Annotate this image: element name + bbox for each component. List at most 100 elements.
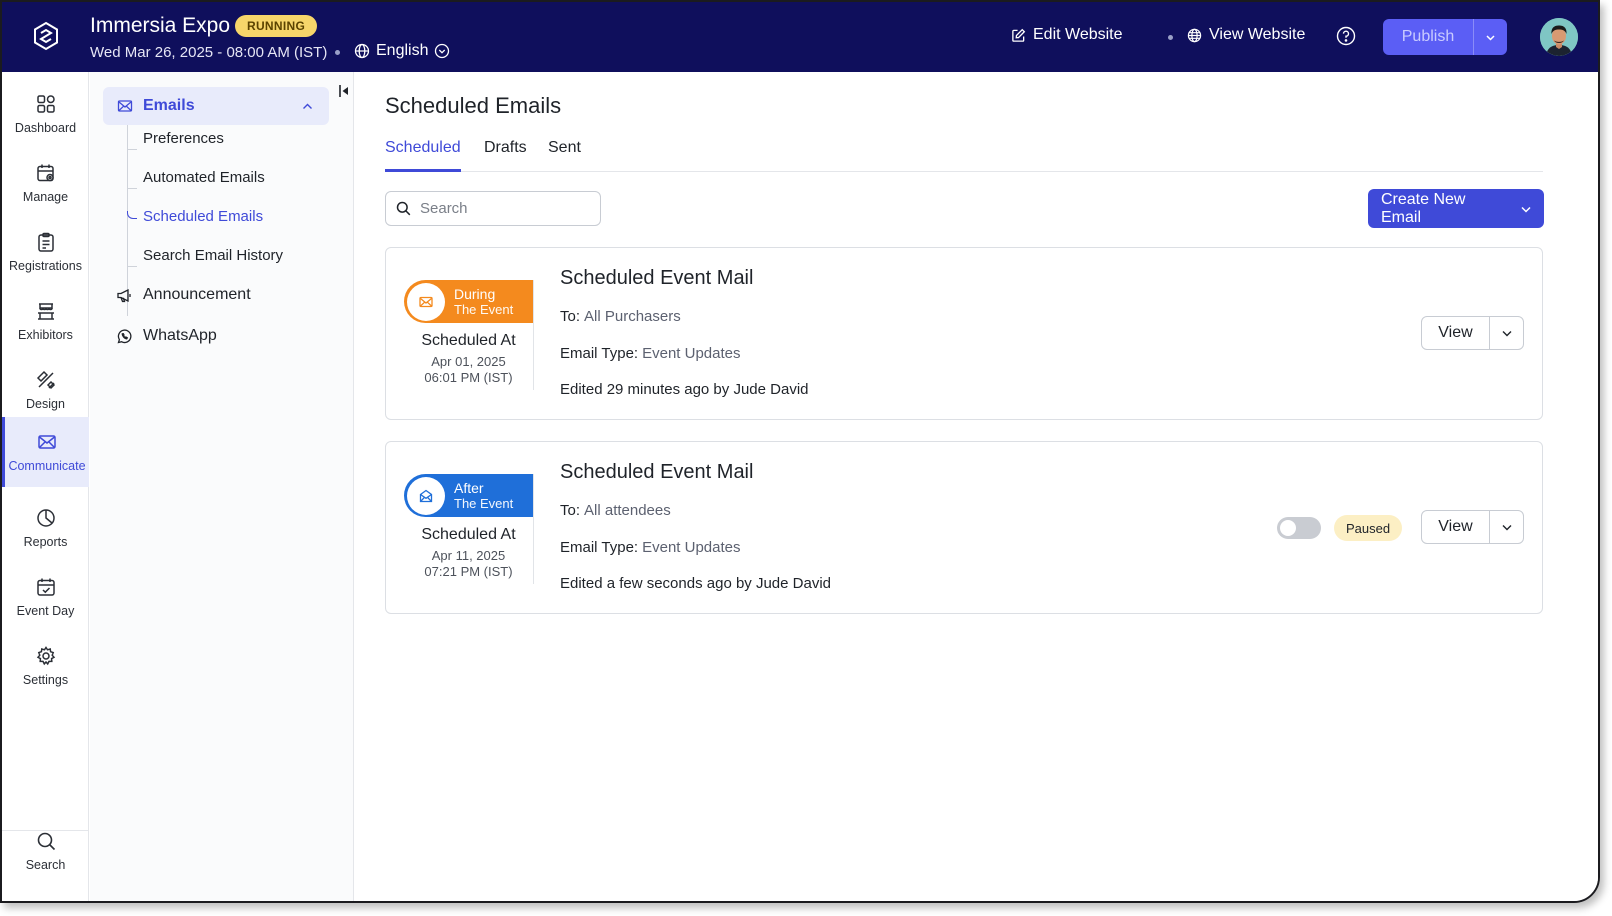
user-avatar[interactable] — [1540, 18, 1578, 56]
schedule-info: Scheduled At Apr 11, 2025 07:21 PM (IST) — [404, 526, 533, 580]
tree-branch — [127, 188, 137, 189]
scheduled-time: 06:01 PM (IST) — [424, 370, 513, 385]
schedule-toggle[interactable] — [1277, 517, 1321, 539]
pencil-ruler-icon — [36, 370, 55, 390]
tree-branch — [127, 266, 137, 267]
email-recipients: To: All Purchasers — [560, 308, 681, 325]
card-divider — [533, 474, 534, 584]
editor-name: Jude David — [733, 381, 809, 398]
tab-scheduled[interactable]: Scheduled — [385, 139, 461, 172]
edit-info: Edited 29 minutes ago by Jude David — [560, 381, 809, 398]
create-email-button-group: Create New Email — [1368, 189, 1544, 228]
tab-sent[interactable]: Sent — [548, 139, 581, 172]
trigger-context: The Event — [454, 495, 514, 511]
rail-item-registrations[interactable]: Registrations — [2, 217, 89, 287]
to-value: All attendees — [584, 502, 671, 519]
mail-icon — [419, 296, 433, 307]
mail-icon — [38, 435, 56, 449]
publish-button[interactable]: Publish — [1383, 19, 1473, 55]
publish-button-group: Publish — [1383, 19, 1507, 55]
globe-icon — [1187, 28, 1202, 42]
rail-label: Manage — [22, 190, 69, 204]
grid-icon — [36, 95, 55, 113]
search-icon — [396, 201, 411, 216]
search-input[interactable] — [420, 200, 590, 217]
editor-name: Jude David — [755, 575, 832, 592]
nav-item-whatsapp[interactable]: WhatsApp — [116, 327, 217, 345]
app-logo-icon[interactable] — [30, 20, 62, 52]
separator-dot — [1168, 35, 1173, 40]
rail-item-design[interactable]: Design — [2, 355, 89, 425]
view-button-group: View — [1421, 510, 1524, 544]
trigger-badge: After The Event — [404, 474, 533, 517]
event-title: Immersia Expo — [90, 14, 231, 37]
email-recipients: To: All attendees — [560, 502, 671, 519]
email-type: Email Type: Event Updates — [560, 345, 741, 362]
edit-website-link[interactable]: Edit Website — [1011, 26, 1123, 44]
rail-label: Design — [26, 397, 65, 411]
rail-label: Exhibitors — [18, 328, 73, 342]
rail-item-exhibitors[interactable]: Exhibitors — [2, 286, 89, 356]
scheduled-email-card: After The Event Scheduled At Apr 11, 202… — [385, 441, 1543, 614]
tab-bar: Scheduled Drafts Sent — [385, 139, 1543, 172]
rail-item-dashboard[interactable]: Dashboard — [2, 79, 89, 149]
email-type: Email Type: Event Updates — [560, 539, 741, 556]
globe-icon — [354, 43, 370, 59]
create-new-email-button[interactable]: Create New Email — [1368, 189, 1508, 228]
search-icon — [37, 832, 55, 851]
view-website-link[interactable]: View Website — [1187, 26, 1305, 44]
chevron-down-icon — [1486, 34, 1495, 41]
rail-item-event-day[interactable]: Event Day — [2, 562, 89, 632]
trigger-phase: After — [454, 479, 484, 496]
nav-label: Announcement — [143, 286, 251, 303]
rail-label: Dashboard — [14, 121, 77, 135]
trigger-icon-circle — [407, 282, 445, 321]
schedule-info: Scheduled At Apr 01, 2025 06:01 PM (IST) — [404, 332, 533, 386]
primary-sidebar: Dashboard Manage Registrations Exhibitor… — [2, 72, 89, 901]
view-button-group: View — [1421, 316, 1524, 350]
nav-item-search-email-history[interactable]: Search Email History — [143, 247, 283, 264]
rail-item-reports[interactable]: Reports — [2, 493, 89, 563]
rail-item-settings[interactable]: Settings — [2, 631, 89, 701]
view-button[interactable]: View — [1422, 511, 1489, 543]
nav-group-label: Emails — [143, 97, 195, 114]
nav-group-emails[interactable]: Emails — [103, 87, 329, 125]
nav-label: WhatsApp — [143, 327, 217, 344]
rail-label: Communicate — [8, 459, 86, 473]
trigger-text: After The Event — [454, 480, 513, 512]
search-field — [385, 191, 601, 226]
edit-icon — [1012, 28, 1026, 42]
nav-item-automated-emails[interactable]: Automated Emails — [143, 169, 265, 186]
nav-item-scheduled-emails[interactable]: Scheduled Emails — [143, 208, 263, 225]
language-selector[interactable]: English — [354, 42, 450, 60]
view-button[interactable]: View — [1422, 317, 1489, 349]
help-icon[interactable] — [1336, 26, 1356, 46]
nav-item-announcement[interactable]: Announcement — [116, 286, 251, 304]
chevron-down-icon — [1502, 331, 1511, 337]
tree-branch — [127, 149, 137, 150]
rail-item-search[interactable]: Search — [2, 816, 89, 886]
email-title: Scheduled Event Mail — [560, 267, 754, 289]
rail-label: Search — [25, 858, 66, 872]
top-bar: Immersia Expo RUNNING Wed Mar 26, 2025 -… — [2, 2, 1598, 72]
email-title: Scheduled Event Mail — [560, 461, 754, 483]
collapse-sidebar-icon[interactable] — [338, 84, 350, 98]
publish-options-button[interactable] — [1473, 19, 1507, 55]
rail-item-manage[interactable]: Manage — [2, 148, 89, 218]
email-options-button[interactable] — [1489, 317, 1523, 349]
rail-item-communicate[interactable]: Communicate — [2, 417, 89, 487]
create-email-options-button[interactable] — [1508, 189, 1544, 228]
trigger-badge: During The Event — [404, 280, 533, 323]
page-title: Scheduled Emails — [385, 93, 562, 118]
booth-icon — [37, 303, 54, 320]
email-type-value: Event Updates — [642, 345, 741, 362]
clipboard-icon — [37, 232, 54, 252]
email-options-button[interactable] — [1489, 511, 1523, 543]
edited-text: Edited 29 minutes ago by — [560, 381, 730, 398]
nav-item-preferences[interactable]: Preferences — [143, 130, 224, 147]
tab-drafts[interactable]: Drafts — [484, 139, 527, 172]
language-label: English — [376, 42, 429, 59]
to-label: To: — [560, 502, 581, 519]
gear-icon — [36, 646, 55, 666]
calendar-check-icon — [36, 578, 55, 596]
